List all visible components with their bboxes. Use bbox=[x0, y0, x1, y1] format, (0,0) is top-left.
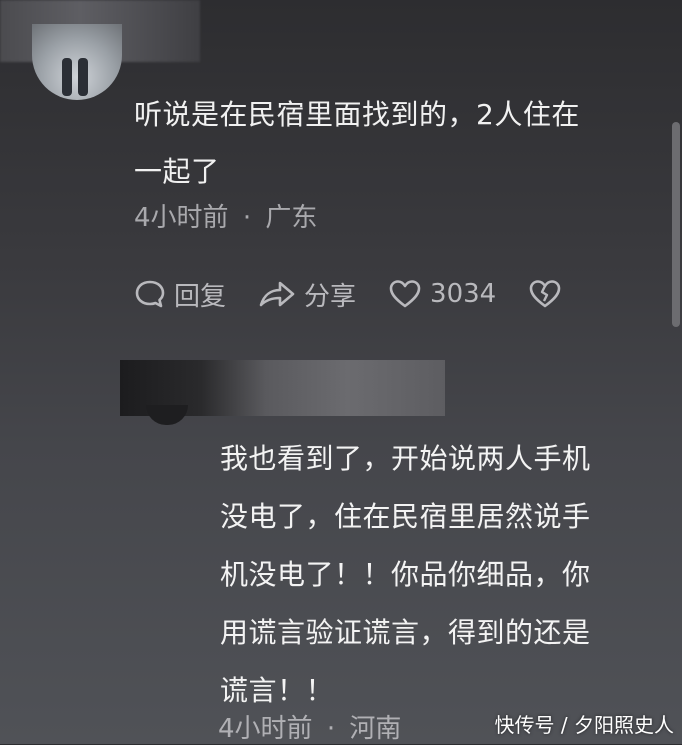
reply-time: 4小时前 bbox=[218, 714, 313, 744]
comment-line-2: 一起了 bbox=[134, 155, 220, 188]
heart-icon bbox=[389, 280, 421, 308]
avatar-figure-right bbox=[78, 58, 88, 96]
comment-location: 广东 bbox=[265, 203, 318, 233]
reply-button[interactable]: 回复 bbox=[134, 276, 226, 313]
like-button[interactable]: 3034 bbox=[388, 278, 496, 310]
like-count: 3034 bbox=[430, 279, 497, 309]
reply-location: 河南 bbox=[349, 714, 402, 744]
dislike-button[interactable] bbox=[528, 278, 570, 310]
reply-meta: 4小时前 · 河南 bbox=[218, 708, 401, 745]
reply-line-2: 没电了，住在民宿里居然说手 bbox=[220, 500, 591, 533]
comment-time: 4小时前 bbox=[134, 203, 229, 233]
avatar-figure-left bbox=[62, 58, 72, 96]
share-button[interactable]: 分享 bbox=[258, 276, 356, 313]
commenter-avatar[interactable] bbox=[32, 24, 122, 100]
reply-body: 我也看到了，开始说两人手机 没电了，住在民宿里居然说手 机没电了！！你品你细品，… bbox=[220, 430, 650, 720]
replier-avatar[interactable] bbox=[146, 405, 188, 425]
watermark: 快传号 / 夕阳照史人 bbox=[494, 713, 674, 737]
share-arrow-icon bbox=[259, 281, 295, 307]
broken-heart-icon bbox=[529, 280, 561, 308]
reply-line-3: 机没电了！！你品你细品，你 bbox=[220, 558, 591, 591]
meta-separator: · bbox=[242, 203, 252, 233]
meta-separator: · bbox=[326, 714, 336, 744]
reply-line-4: 用谎言验证谎言，得到的还是 bbox=[220, 616, 591, 649]
comment-line-1: 听说是在民宿里面找到的，2人住在 bbox=[134, 98, 580, 131]
scrollbar[interactable] bbox=[672, 122, 680, 327]
reply-label: 回复 bbox=[174, 281, 227, 312]
comment-actions: 回复 分享 3034 bbox=[134, 274, 602, 314]
reply-line-1: 我也看到了，开始说两人手机 bbox=[220, 442, 591, 475]
comment-meta: 4小时前 · 广东 bbox=[134, 197, 317, 234]
comment-bubble-icon bbox=[135, 280, 165, 308]
comment-body: 听说是在民宿里面找到的，2人住在 一起了 bbox=[134, 86, 654, 200]
share-label: 分享 bbox=[304, 281, 357, 312]
